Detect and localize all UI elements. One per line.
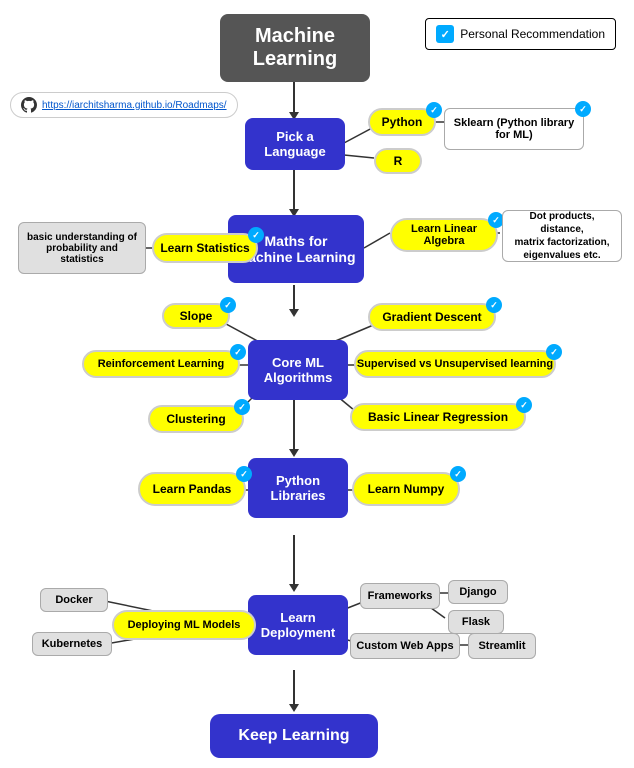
legend-label: Personal Recommendation [460, 27, 605, 41]
roadmap-container: ✓ Personal Recommendation https://iarchi… [0, 0, 634, 768]
blr-check: ✓ [516, 397, 532, 413]
slope-check: ✓ [220, 297, 236, 313]
flask-node: Flask [448, 610, 504, 634]
reinforcement-learning-node: ✓ Reinforcement Learning [82, 350, 240, 378]
kubernetes-node: Kubernetes [32, 632, 112, 656]
sklearn-node: ✓ Sklearn (Python library for ML) [444, 108, 584, 150]
basic-linear-regression-node: ✓ Basic Linear Regression [350, 403, 526, 431]
python-libraries-node: Python Libraries [248, 458, 348, 518]
python-node: ✓ Python [368, 108, 436, 136]
reinforcement-check: ✓ [230, 344, 246, 360]
gradient-check: ✓ [486, 297, 502, 313]
custom-web-apps-node: Custom Web Apps [350, 633, 460, 659]
keep-learning-node: Keep Learning [210, 714, 378, 758]
deploying-ml-node: Deploying ML Models [112, 610, 256, 640]
legend-box: ✓ Personal Recommendation [425, 18, 616, 50]
frameworks-node: Frameworks [360, 583, 440, 609]
learn-linear-algebra-node: ✓ Learn Linear Algebra [390, 218, 498, 252]
clustering-node: ✓ Clustering [148, 405, 244, 433]
docker-node: Docker [40, 588, 108, 612]
machine-learning-title: Machine Learning [220, 14, 370, 82]
django-node: Django [448, 580, 508, 604]
learn-deployment-node: Learn Deployment [248, 595, 348, 655]
github-url[interactable]: https://iarchitsharma.github.io/Roadmaps… [42, 100, 227, 111]
legend-check-icon: ✓ [436, 25, 454, 43]
github-icon [21, 97, 37, 113]
sklearn-check: ✓ [575, 101, 591, 117]
pandas-check: ✓ [236, 466, 252, 482]
r-node: R [374, 148, 422, 174]
supervised-node: ✓ Supervised vs Unsupervised learning [354, 350, 556, 378]
basic-prob-node: basic understanding of probability and s… [18, 222, 146, 274]
dot-products-node: Dot products, distance, matrix factoriza… [502, 210, 622, 262]
learn-pandas-node: ✓ Learn Pandas [138, 472, 246, 506]
clustering-check: ✓ [234, 399, 250, 415]
gradient-descent-node: ✓ Gradient Descent [368, 303, 496, 331]
streamlit-node: Streamlit [468, 633, 536, 659]
numpy-check: ✓ [450, 466, 466, 482]
learn-numpy-node: ✓ Learn Numpy [352, 472, 460, 506]
learn-statistics-node: ✓ Learn Statistics [152, 233, 258, 263]
slope-node: ✓ Slope [162, 303, 230, 329]
github-badge[interactable]: https://iarchitsharma.github.io/Roadmaps… [10, 92, 238, 118]
supervised-check: ✓ [546, 344, 562, 360]
pick-language-node: Pick a Language [245, 118, 345, 170]
python-check: ✓ [426, 102, 442, 118]
core-ml-node: Core ML Algorithms [248, 340, 348, 400]
statistics-check: ✓ [248, 227, 264, 243]
